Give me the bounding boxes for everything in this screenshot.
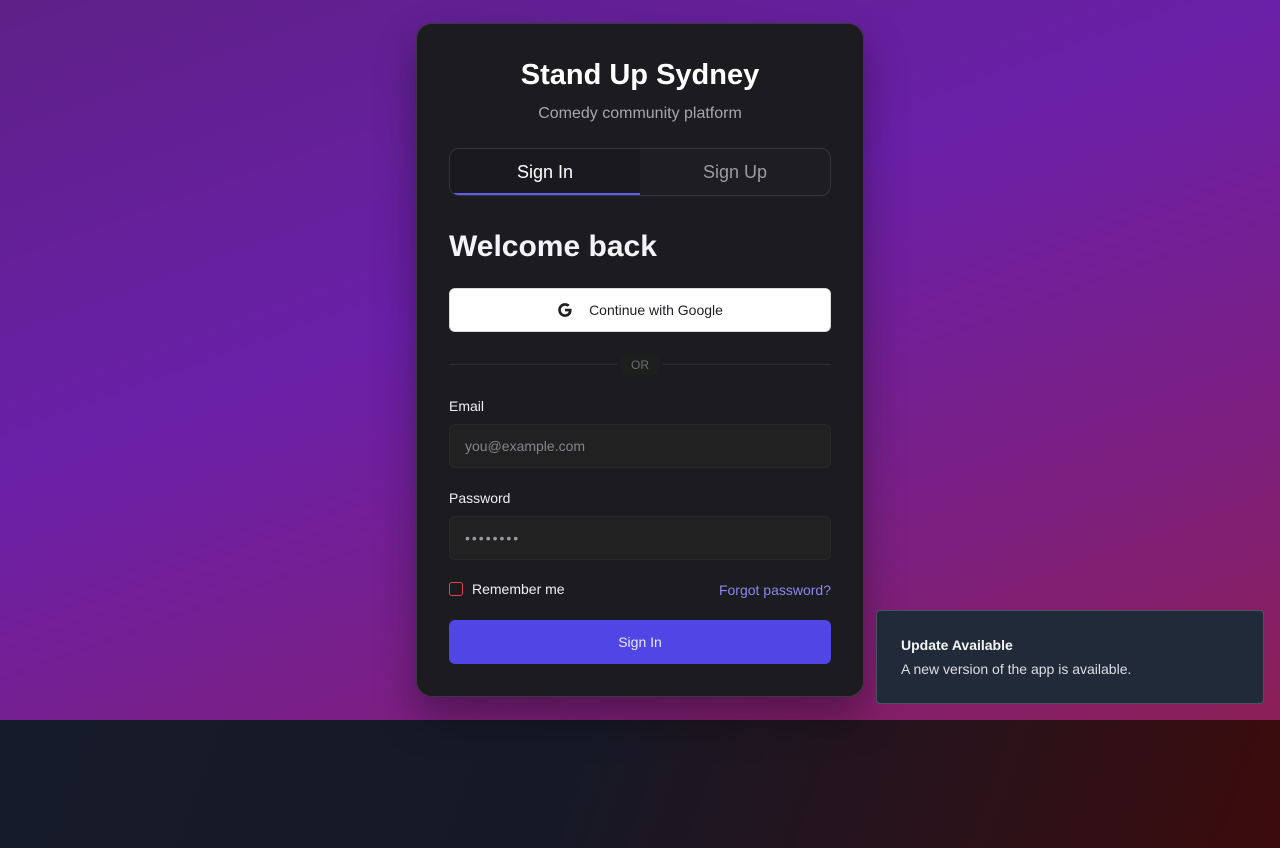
- page-footer-background: [0, 720, 1280, 848]
- or-divider: OR: [449, 355, 831, 375]
- google-sign-in-button[interactable]: Continue with Google: [449, 288, 831, 332]
- password-field[interactable]: [449, 516, 831, 560]
- remember-me-label: Remember me: [472, 581, 565, 597]
- app-title: Stand Up Sydney: [520, 59, 760, 91]
- google-button-label: Continue with Google: [589, 302, 723, 318]
- tab-sign-in[interactable]: Sign In: [450, 149, 640, 195]
- email-label: Email: [449, 398, 485, 414]
- tab-sign-up[interactable]: Sign Up: [640, 149, 830, 195]
- remember-me-checkbox[interactable]: [449, 582, 463, 596]
- toast-message: A new version of the app is available.: [901, 661, 1132, 677]
- forgot-password-link[interactable]: Forgot password?: [719, 581, 831, 599]
- app-subtitle: Comedy community platform: [538, 105, 742, 122]
- divider-line-right: [663, 364, 831, 365]
- password-label: Password: [449, 490, 511, 506]
- auth-card: Stand Up Sydney Comedy community platfor…: [416, 23, 864, 697]
- divider-line-left: [449, 364, 617, 365]
- divider-text: OR: [621, 355, 659, 375]
- form-heading: Welcome back: [449, 230, 657, 263]
- sign-in-button[interactable]: Sign In: [449, 620, 831, 664]
- update-toast[interactable]: Update Available A new version of the ap…: [876, 610, 1264, 704]
- google-icon: [557, 302, 573, 318]
- email-field[interactable]: [449, 424, 831, 468]
- auth-tabs: Sign In Sign Up: [449, 148, 831, 196]
- remember-me[interactable]: Remember me: [449, 581, 565, 597]
- toast-title: Update Available: [901, 637, 1013, 653]
